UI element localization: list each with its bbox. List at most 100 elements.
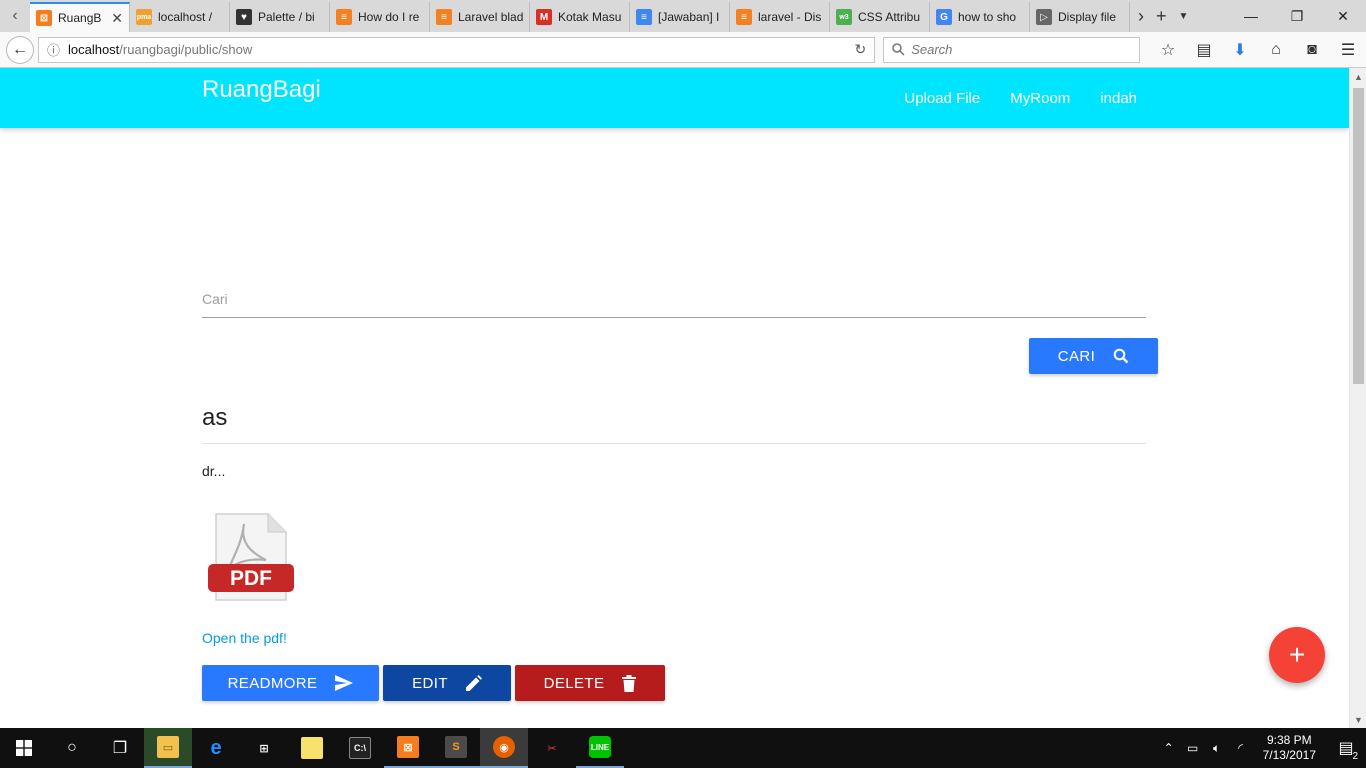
start-button[interactable] — [0, 728, 48, 768]
home-icon[interactable]: ⌂ — [1258, 32, 1294, 68]
browser-tab[interactable]: ≡ laravel - Dis — [730, 2, 830, 32]
browser-tab[interactable]: ≡ [Jawaban] I — [630, 2, 730, 32]
send-icon — [335, 675, 354, 691]
tab-favicon-icon: pma — [136, 9, 152, 25]
browser-search-input[interactable] — [911, 42, 1112, 57]
add-fab-button[interactable]: + — [1269, 627, 1325, 683]
tab-label: RuangB — [58, 11, 102, 25]
nav-myroom[interactable]: MyRoom — [1010, 90, 1070, 107]
readmore-button[interactable]: READMORE — [202, 665, 379, 701]
restore-icon[interactable]: ❐ — [1274, 0, 1320, 32]
site-info-icon[interactable]: ⓘ — [47, 40, 60, 59]
windows-taskbar: ○ ❐ ▭ e ⊞ C:\ ⊠ S ◉ ✂ LINE ⌃ ▭ 🔈︎ ◜ 9:38… — [0, 728, 1366, 768]
browser-tab[interactable]: ⊠ RuangB ✕ — [30, 2, 130, 32]
delete-label: DELETE — [543, 674, 605, 692]
xampp-icon[interactable]: ⊠ — [384, 728, 432, 768]
page-viewport: RuangBagi Upload File MyRoom indah CARI … — [0, 68, 1349, 728]
minimize-icon[interactable]: — — [1228, 0, 1274, 32]
firefox-icon[interactable]: ◉ — [480, 728, 528, 768]
close-window-icon[interactable]: ✕ — [1320, 0, 1366, 32]
page-scrollbar[interactable]: ▲ ▼ — [1349, 68, 1366, 728]
back-icon[interactable]: ← — [6, 35, 34, 64]
sublime-text-icon[interactable]: S — [432, 728, 480, 768]
tab-strip: ⊠ RuangB ✕ pma localhost / ♥ Palette / bi ≡ How … — [30, 0, 1130, 32]
tab-list-icon[interactable]: ▼ — [1179, 11, 1189, 22]
scroll-up-icon[interactable]: ▲ — [1350, 68, 1366, 85]
tab-favicon-icon: ⊠ — [36, 10, 52, 26]
search-input[interactable] — [202, 282, 1146, 316]
notification-count: 2 — [1352, 751, 1358, 762]
browser-tab[interactable]: ≡ How do I re — [330, 2, 430, 32]
battery-icon[interactable]: ▭ — [1181, 741, 1205, 755]
tab-label: laravel - Dis — [758, 10, 822, 24]
reload-icon[interactable]: ↻ — [854, 41, 866, 58]
scrollbar-thumb[interactable] — [1353, 88, 1364, 384]
readmore-label: READMORE — [227, 674, 318, 692]
tab-favicon-icon: M — [536, 9, 552, 25]
url-path: /ruangbagi/public/show — [119, 42, 253, 57]
search-button[interactable]: CARI — [1029, 338, 1158, 374]
browser-tab[interactable]: ≡ Laravel blad — [430, 2, 530, 32]
nav-user[interactable]: indah — [1100, 90, 1137, 107]
tab-favicon-icon: ≡ — [636, 9, 652, 25]
sticky-notes-icon[interactable] — [288, 728, 336, 768]
tab-scroll-left-icon[interactable]: ‹ — [0, 0, 30, 32]
downloads-icon[interactable]: ⬇ — [1222, 32, 1258, 68]
url-host: localhost — [67, 42, 120, 57]
pdf-icon-label: PDF — [230, 567, 272, 590]
browser-tab[interactable]: ♥ Palette / bi — [230, 2, 330, 32]
clock[interactable]: 9:38 PM 7/13/2017 — [1263, 733, 1316, 763]
store-icon[interactable]: ⊞ — [240, 728, 288, 768]
tab-tools: › + ▼ — [1130, 0, 1188, 32]
new-tab-icon[interactable]: + — [1156, 6, 1167, 27]
line-app-icon[interactable]: LINE — [576, 728, 624, 768]
cortana-search-icon[interactable]: ○ — [48, 728, 96, 768]
edge-icon[interactable]: e — [192, 728, 240, 768]
file-explorer-icon[interactable]: ▭ — [144, 728, 192, 768]
task-view-icon[interactable]: ❐ — [96, 728, 144, 768]
tab-favicon-icon: ▷ — [1036, 9, 1052, 25]
url-bar[interactable]: ⓘ localhost/ruangbagi/public/show ↻ — [37, 36, 876, 63]
browser-tab[interactable]: pma localhost / — [130, 2, 230, 32]
browser-tab[interactable]: ▷ Display file — [1030, 2, 1130, 32]
tab-favicon-icon: G — [936, 9, 952, 25]
clock-time: 9:38 PM — [1266, 733, 1312, 747]
tab-label: Laravel blad — [458, 10, 523, 24]
browser-tab[interactable]: Ghow to sho — [930, 2, 1030, 32]
search-button-label: CARI — [1057, 347, 1096, 365]
snipping-tool-icon[interactable]: ✂ — [528, 728, 576, 768]
clock-date: 7/13/2017 — [1262, 748, 1316, 762]
volume-icon[interactable]: 🔈︎ — [1205, 741, 1229, 756]
search-icon — [1113, 348, 1129, 364]
post-title: as — [202, 404, 228, 431]
tab-label: how to sho — [958, 10, 1017, 24]
edit-button[interactable]: EDIT — [383, 665, 511, 701]
nav-upload-file[interactable]: Upload File — [904, 90, 980, 107]
browser-tab-bar: ‹ ⊠ RuangB ✕ pma localhost / ♥ Palette / bi ≡ Ho… — [0, 0, 1366, 32]
delete-button[interactable]: DELETE — [515, 665, 665, 701]
tab-favicon-icon: ≡ — [436, 9, 452, 25]
pocket-icon[interactable]: ◙ — [1294, 32, 1330, 68]
browser-tab[interactable]: w3 CSS Attribu — [830, 2, 930, 32]
plus-icon: + — [1288, 639, 1306, 670]
edit-label: EDIT — [412, 674, 448, 692]
wifi-icon[interactable]: ◜ — [1229, 741, 1253, 755]
pencil-icon — [465, 675, 482, 691]
toolbar-icons: ☆ ▤ ⬇ ⌂ ◙ ☰ — [1150, 32, 1366, 68]
close-tab-icon[interactable]: ✕ — [111, 10, 123, 27]
site-brand[interactable]: RuangBagi — [202, 76, 321, 104]
reading-list-icon[interactable]: ▤ — [1186, 32, 1222, 68]
browser-search-box[interactable] — [883, 36, 1140, 63]
tray-expand-icon[interactable]: ⌃ — [1157, 741, 1181, 755]
post-excerpt: dr... — [202, 463, 226, 479]
action-center-icon[interactable]: ▤ 2 — [1326, 728, 1366, 768]
site-nav: Upload File MyRoom indah — [904, 68, 1137, 128]
bookmark-star-icon[interactable]: ☆ — [1150, 32, 1186, 68]
tab-label: localhost / — [158, 10, 213, 24]
menu-icon[interactable]: ☰ — [1330, 32, 1366, 68]
scroll-down-icon[interactable]: ▼ — [1350, 711, 1366, 728]
browser-tab[interactable]: M Kotak Masu — [530, 2, 630, 32]
tab-scroll-right-icon[interactable]: › — [1138, 6, 1144, 27]
command-prompt-icon[interactable]: C:\ — [336, 728, 384, 768]
open-pdf-link[interactable]: Open the pdf! — [202, 630, 287, 646]
